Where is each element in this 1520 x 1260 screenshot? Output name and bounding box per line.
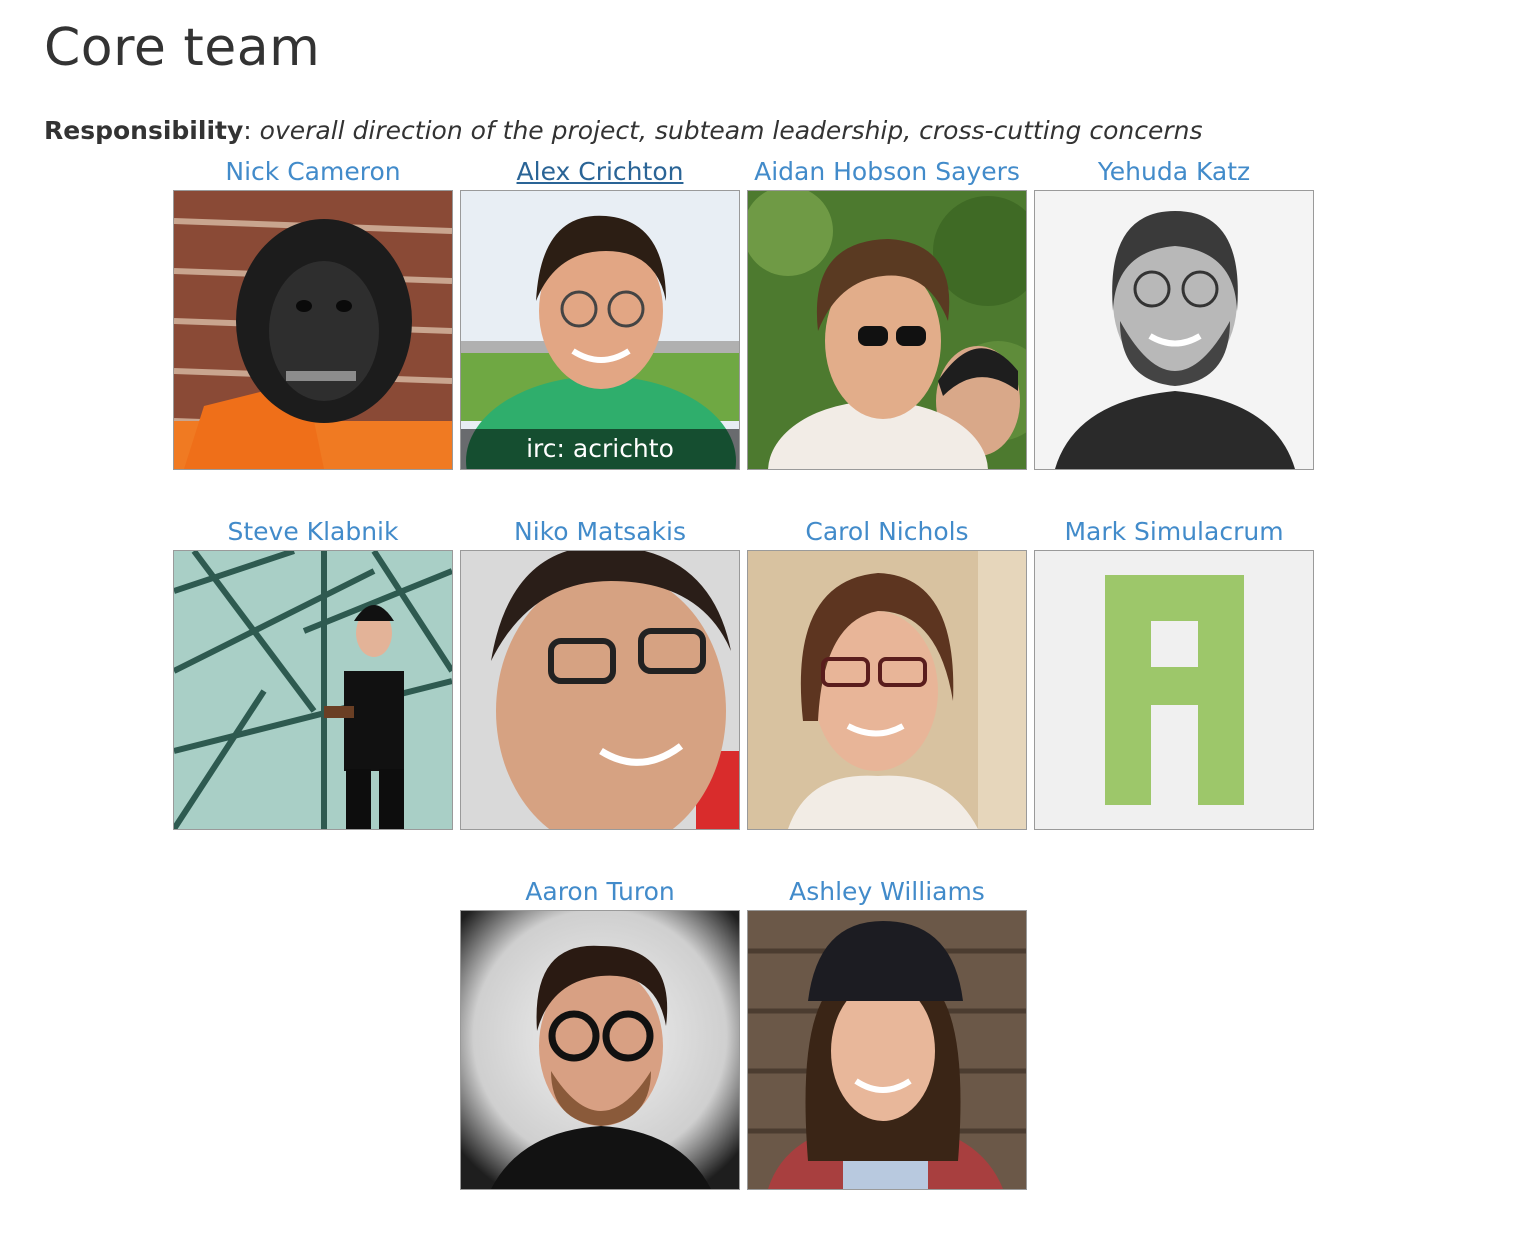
irc-handle-caption: irc: acrichto [461,429,739,469]
member-photo-beanie[interactable] [747,910,1027,1190]
member-photo-glasses-closeup[interactable] [460,550,740,830]
member-name-link[interactable]: Ashley Williams [739,874,1035,910]
member-photo-green-shirt[interactable]: irc: acrichto [460,190,740,470]
member-photo-vignette[interactable] [460,910,740,1190]
member-photo-glass-dome[interactable] [173,550,453,830]
member-photo-glasses-woman[interactable] [747,550,1027,830]
member-name-link[interactable]: Alex Crichton [452,154,748,190]
member-name-link[interactable]: Aaron Turon [452,874,748,910]
team-member-card: Nick Cameron [165,154,461,470]
portrait-bw-image [1035,191,1313,469]
team-member-card: Ashley Williams [739,874,1035,1190]
portrait-vignette-image [461,911,739,1189]
team-member-card: Carol Nichols [739,514,1035,830]
team-member-card: Mark Simulacrum [1026,514,1322,830]
responsibility-text: overall direction of the project, subtea… [251,116,1203,145]
member-name-link[interactable]: Mark Simulacrum [1026,514,1322,550]
member-name-link[interactable]: Aidan Hobson Sayers [739,154,1035,190]
responsibility-separator: : [243,116,252,145]
member-name-link[interactable]: Nick Cameron [165,154,461,190]
team-member-card: Aaron Turon [452,874,748,1190]
member-photo-sunglasses[interactable] [747,190,1027,470]
portrait-glasses-closeup-image [461,551,739,829]
identicon-image [1035,551,1313,829]
responsibility-line: Responsibility: overall direction of the… [44,116,1202,145]
team-member-card: Aidan Hobson Sayers [739,154,1035,470]
team-member-card: Alex Crichton irc: acrichto [452,154,748,470]
page-title: Core team [44,18,321,78]
portrait-sunglasses-image [748,191,1026,469]
member-name-link[interactable]: Yehuda Katz [1026,154,1322,190]
team-member-card: Yehuda Katz [1026,154,1322,470]
member-name-link[interactable]: Carol Nichols [739,514,1035,550]
portrait-glasses-woman-image [748,551,1026,829]
member-photo-bw[interactable] [1034,190,1314,470]
member-name-link[interactable]: Steve Klabnik [165,514,461,550]
responsibility-label: Responsibility [44,116,244,145]
gorilla-mask-image [174,191,452,469]
portrait-beanie-image [748,911,1026,1189]
member-photo-identicon[interactable] [1034,550,1314,830]
portrait-glass-dome-image [174,551,452,829]
member-name-link[interactable]: Niko Matsakis [452,514,748,550]
member-photo-gorilla[interactable] [173,190,453,470]
portrait-green-shirt-image [461,191,739,469]
team-member-card: Niko Matsakis [452,514,748,830]
team-member-card: Steve Klabnik [165,514,461,830]
